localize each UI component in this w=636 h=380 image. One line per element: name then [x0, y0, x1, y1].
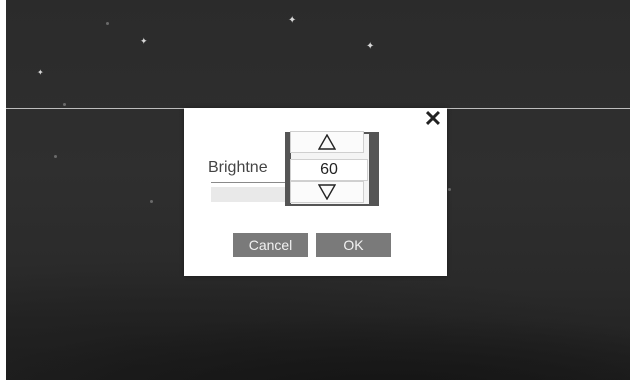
triangle-down-outline-icon	[318, 184, 336, 200]
brightness-dialog: ✕ Brightne 60 Cancel OK	[184, 108, 447, 276]
ok-button[interactable]: OK	[316, 233, 391, 257]
increment-button[interactable]	[290, 131, 364, 153]
star-decoration	[448, 188, 451, 191]
star-decoration	[106, 22, 109, 25]
star-decoration: ✦	[140, 36, 148, 46]
slider-line	[211, 182, 289, 183]
star-decoration	[63, 103, 66, 106]
brightness-value-input[interactable]: 60	[290, 159, 368, 181]
triangle-up-outline-icon	[318, 134, 336, 150]
star-decoration: ✦	[288, 15, 297, 26]
star-decoration: ✦	[37, 68, 44, 77]
star-decoration	[54, 155, 57, 158]
cancel-button[interactable]: Cancel	[233, 233, 308, 257]
brightness-label: Brightne	[208, 159, 268, 176]
decrement-button[interactable]	[290, 181, 364, 203]
close-icon[interactable]: ✕	[422, 108, 444, 130]
star-decoration	[150, 200, 153, 203]
star-decoration: ✦	[366, 41, 375, 52]
